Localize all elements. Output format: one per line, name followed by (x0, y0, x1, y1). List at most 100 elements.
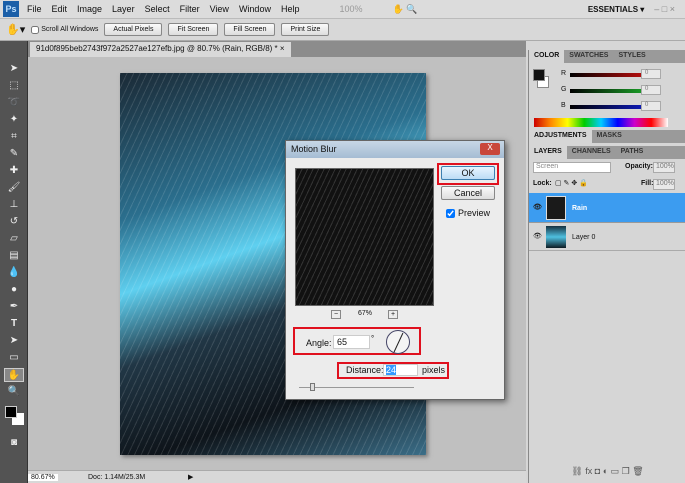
tab-adjustments[interactable]: ADJUSTMENTS (529, 130, 592, 143)
blur-tool-icon[interactable]: 💧 (4, 266, 24, 280)
color-swatches[interactable] (0, 403, 27, 433)
opacity-input[interactable]: 100% (653, 162, 675, 173)
layer-thumbnail (546, 226, 566, 248)
preview-image[interactable] (295, 168, 434, 306)
distance-value: 24 (386, 365, 397, 375)
g-value[interactable]: 0 (641, 85, 661, 95)
menu-filter[interactable]: Filter (180, 4, 200, 14)
dodge-tool-icon[interactable]: ● (4, 283, 24, 297)
hand-tool-icon[interactable]: ✋▾ (6, 23, 25, 36)
visibility-eye-icon[interactable]: 👁 (533, 203, 542, 211)
doc-info[interactable]: Doc: 1.14M/25.3M (88, 474, 188, 481)
ok-button[interactable]: OK (441, 166, 495, 180)
foreground-color[interactable] (533, 69, 545, 81)
lock-icons[interactable]: ▢ ✎ ✥ 🔒 (555, 179, 588, 187)
close-button[interactable]: X (480, 143, 500, 155)
status-menu-arrow-icon[interactable]: ▶ (188, 473, 193, 481)
distance-input[interactable]: 24 (383, 364, 418, 376)
lock-label: Lock: (533, 180, 552, 187)
document-tabbar: 91d0f895beb2743f972a2527ae127efb.jpg @ 8… (28, 41, 526, 57)
fit-screen-button[interactable]: Fit Screen (168, 23, 219, 36)
brush-tool-icon[interactable]: 🖌 (4, 181, 24, 195)
distance-slider[interactable] (299, 387, 414, 388)
status-bar: 80.67% Doc: 1.14M/25.3M ▶ (28, 470, 526, 483)
motion-blur-dialog: Motion Blur X OK Cancel Preview − 67% + … (285, 140, 505, 400)
move-tool-icon[interactable]: ➤ (4, 62, 24, 76)
menu-edit[interactable]: Edit (52, 4, 68, 14)
tab-styles[interactable]: STYLES (613, 50, 650, 63)
pixels-label: pixels (422, 365, 446, 375)
layers-footer-icons[interactable]: ⛓ fx ◘ ◐ ▭ ❐ 🗑 (529, 462, 685, 483)
menu-bar: Ps File Edit Image Layer Select Filter V… (0, 0, 685, 19)
menu-select[interactable]: Select (145, 4, 170, 14)
eyedropper-icon[interactable]: ✎ (4, 147, 24, 161)
lasso-tool-icon[interactable]: ➰ (4, 96, 24, 110)
healing-brush-icon[interactable]: ✚ (4, 164, 24, 178)
color-panel-tabs: COLOR SWATCHES STYLES (529, 50, 685, 63)
r-label: R (561, 70, 567, 77)
layer-name[interactable]: Rain (572, 205, 587, 212)
zoom-in-button[interactable]: + (388, 310, 398, 319)
cancel-button[interactable]: Cancel (441, 186, 495, 200)
angle-label: Angle: (306, 338, 332, 348)
zoom-tool-icon[interactable]: 🔍 (4, 385, 24, 399)
layer-thumbnail (546, 196, 566, 220)
tab-paths[interactable]: PATHS (616, 146, 649, 159)
menu-file[interactable]: File (27, 4, 42, 14)
hand-tool-icon[interactable]: ✋ (4, 368, 24, 382)
distance-slider-thumb[interactable] (310, 383, 315, 391)
print-size-button[interactable]: Print Size (281, 23, 330, 36)
stamp-tool-icon[interactable]: ⊥ (4, 198, 24, 212)
layers-tabs: LAYERS CHANNELS PATHS (529, 146, 685, 159)
window-controls[interactable]: – □ × (654, 4, 675, 14)
layer-name[interactable]: Layer 0 (572, 234, 595, 241)
tab-swatches[interactable]: SWATCHES (564, 50, 613, 63)
zoom-readout[interactable]: 80.67% (28, 473, 58, 481)
r-value[interactable]: 0 (641, 69, 661, 79)
panels-dock: COLOR SWATCHES STYLES R 0 G 0 B 0 ADJUST… (528, 50, 685, 483)
quick-mask-icon[interactable]: ◙ (4, 436, 24, 450)
hand-icon[interactable]: ✋ 🔍 (393, 4, 418, 15)
gradient-icon[interactable]: ▤ (4, 249, 24, 263)
fill-screen-button[interactable]: Fill Screen (224, 23, 276, 36)
tab-color[interactable]: COLOR (529, 50, 565, 63)
document-tab[interactable]: 91d0f895beb2743f972a2527ae127efb.jpg @ 8… (30, 42, 291, 57)
menu-layer[interactable]: Layer (112, 4, 135, 14)
actual-pixels-button[interactable]: Actual Pixels (104, 23, 163, 36)
shape-tool-icon[interactable]: ▭ (4, 351, 24, 365)
tab-masks[interactable]: MASKS (592, 130, 627, 143)
tab-layers[interactable]: LAYERS (529, 146, 567, 159)
type-tool-icon[interactable]: T (4, 317, 24, 331)
eraser-icon[interactable]: ▱ (4, 232, 24, 246)
angle-dial[interactable] (386, 330, 410, 354)
blend-mode-select[interactable]: Screen (533, 162, 611, 173)
preview-checkbox[interactable]: Preview (446, 208, 490, 218)
color-ramp[interactable] (534, 118, 668, 127)
crop-tool-icon[interactable]: ⌗ (4, 130, 24, 144)
fill-label: Fill: (641, 180, 654, 187)
menu-image[interactable]: Image (77, 4, 102, 14)
scroll-all-windows-checkbox[interactable]: Scroll All Windows (31, 25, 98, 34)
b-value[interactable]: 0 (641, 101, 661, 111)
toolbox: ➤ ⬚ ➰ ✦ ⌗ ✎ ✚ 🖌 ⊥ ↺ ▱ ▤ 💧 ● ✒ T ➤ ▭ ✋ 🔍 … (0, 41, 28, 483)
history-brush-icon[interactable]: ↺ (4, 215, 24, 229)
path-select-icon[interactable]: ➤ (4, 334, 24, 348)
marquee-tool-icon[interactable]: ⬚ (4, 79, 24, 93)
angle-input[interactable]: 65 (333, 335, 370, 349)
menu-view[interactable]: View (210, 4, 229, 14)
visibility-eye-icon[interactable]: 👁 (533, 232, 542, 240)
menu-window[interactable]: Window (239, 4, 271, 14)
zoom-out-button[interactable]: − (331, 310, 341, 319)
photoshop-logo: Ps (3, 1, 19, 17)
layer-row-layer0[interactable]: 👁 Layer 0 (529, 223, 685, 251)
menu-help[interactable]: Help (281, 4, 300, 14)
workspace-switcher[interactable]: ESSENTIALS ▾ (588, 5, 644, 14)
zoom-level-select[interactable]: 100% (339, 4, 362, 14)
options-bar: ✋▾ Scroll All Windows Actual Pixels Fit … (0, 19, 685, 41)
layer-row-rain[interactable]: 👁 Rain (529, 193, 685, 223)
magic-wand-icon[interactable]: ✦ (4, 113, 24, 127)
fill-input[interactable]: 100% (653, 179, 675, 190)
pen-tool-icon[interactable]: ✒ (4, 300, 24, 314)
tab-channels[interactable]: CHANNELS (567, 146, 616, 159)
degree-symbol: ° (371, 334, 375, 343)
